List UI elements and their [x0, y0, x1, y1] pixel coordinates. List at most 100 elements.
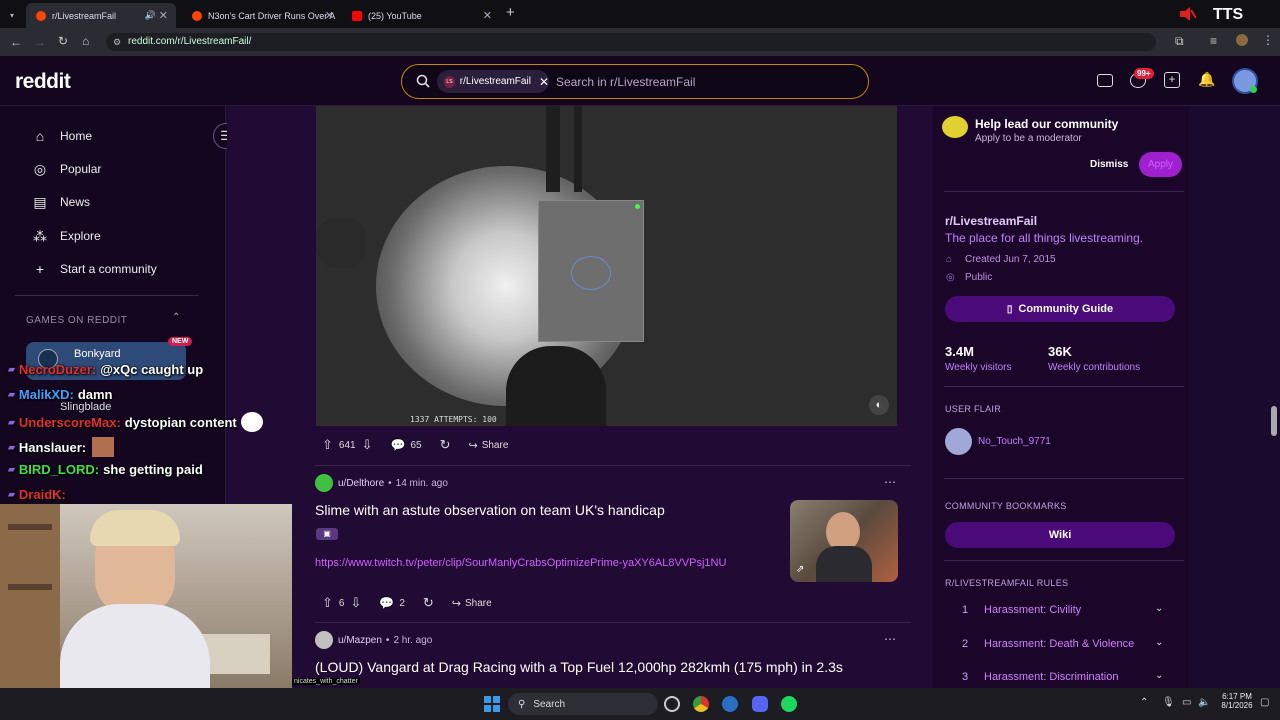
post-title[interactable]: (LOUD) Vangard at Drag Racing with a Top… [315, 659, 843, 675]
box [200, 634, 270, 674]
twitch-icon: ▰ [8, 364, 15, 374]
vote-control: ⇧ 641 ⇩ [322, 437, 373, 453]
post-thumbnail[interactable]: ⇗ [790, 500, 898, 582]
steam-taskbar-icon[interactable] [722, 696, 738, 712]
tab-youtube[interactable]: (25) YouTube ✕ [342, 3, 500, 28]
taskbar-search[interactable]: ⚲ Search [508, 693, 658, 715]
volume-icon[interactable]: ◐ [869, 395, 889, 415]
share-button[interactable]: ↪ Share [452, 597, 492, 610]
wiki-button[interactable]: Wiki [945, 522, 1175, 548]
streamer-silhouette [506, 346, 606, 426]
clock-time: 6:17 PM [1222, 692, 1252, 701]
close-tab-icon[interactable]: ✕ [159, 9, 168, 22]
post-divider [315, 622, 911, 623]
rule-label: Harassment: Civility [984, 604, 1082, 616]
menu-kebab-icon[interactable]: ⋮ [1262, 33, 1274, 47]
rule-item[interactable]: 2 Harassment: Death & Violence [962, 638, 1134, 650]
search-scope-chip[interactable]: LS r/LivestreamFail ✕ [437, 70, 549, 93]
advertise-icon[interactable] [1097, 74, 1113, 87]
twitch-icon: ▰ [8, 389, 15, 399]
visibility: Public [965, 272, 993, 283]
speaker-icon[interactable]: 🔈 [1198, 697, 1210, 708]
upvote-icon[interactable]: ⇧ [322, 595, 333, 611]
post-menu-icon[interactable]: ⋯ [884, 632, 896, 646]
post-link[interactable]: https://www.twitch.tv/peter/clip/SourMan… [315, 557, 726, 569]
taskbar-clock[interactable]: 6:17 PM 8/1/2026 [1220, 692, 1254, 710]
chevron-down-icon[interactable]: ⌄ [1155, 670, 1163, 681]
create-post-icon[interactable]: + [1164, 72, 1180, 88]
apply-button[interactable]: Apply [1139, 152, 1182, 177]
page-scrollbar[interactable] [1271, 406, 1277, 436]
post-author[interactable]: u/Delthore [338, 478, 384, 489]
community-guide-button[interactable]: ▯ Community Guide [945, 296, 1175, 322]
user-flair-title: USER FLAIR [945, 404, 1002, 414]
sidebar-item-start-community[interactable]: + Start a community [32, 261, 157, 277]
home-browser-icon[interactable]: ⌂ [82, 34, 89, 48]
sidebar-item-home[interactable]: ⌂ Home [32, 128, 92, 144]
comments-button[interactable]: 💬 65 [391, 438, 422, 452]
comments-button[interactable]: 💬 2 [379, 596, 405, 610]
flair-username[interactable]: No_Touch_9771 [978, 436, 1051, 447]
stat-label: Weekly contributions [1048, 362, 1141, 373]
face-emote-icon [92, 437, 115, 457]
sidebar-item-popular[interactable]: ◎ Popular [32, 161, 101, 177]
tray-chevron-icon[interactable]: ⌃ [1140, 697, 1148, 708]
mic-icon[interactable]: 🎙 [1162, 697, 1175, 708]
spotify-taskbar-icon[interactable] [781, 696, 797, 712]
new-tab-icon[interactable]: + [506, 4, 515, 21]
forward-icon[interactable]: → [34, 35, 46, 49]
chat-message: ▰ MalikXD: damn [8, 387, 113, 402]
vote-count: 641 [338, 439, 356, 451]
audio-icon[interactable]: 🔊 [145, 10, 156, 21]
discord-taskbar-icon[interactable] [752, 696, 768, 712]
video-player[interactable]: 1337 ATTEMPTS: 100 ◐ [316, 106, 897, 426]
post-menu-icon[interactable]: ⋯ [884, 475, 896, 489]
chevron-down-icon[interactable]: ⌄ [1155, 637, 1163, 648]
network-icon[interactable]: ▭ [1182, 697, 1191, 708]
thumbnail-body [816, 546, 872, 582]
close-tab-icon[interactable]: ✕ [483, 9, 492, 22]
chip-close-icon[interactable]: ✕ [539, 75, 549, 89]
author-avatar[interactable] [315, 631, 333, 649]
downvote-icon[interactable]: ⇩ [362, 437, 373, 453]
reading-list-icon[interactable]: ≡ [1210, 34, 1217, 48]
rule-item[interactable]: 1 Harassment: Civility [962, 604, 1081, 616]
post-author[interactable]: u/Mazpen [338, 635, 382, 646]
dismiss-button[interactable]: Dismiss [1090, 159, 1128, 170]
tab-livestreamfail[interactable]: r/LivestreamFail 🔊 ✕ [26, 3, 176, 28]
profile-icon[interactable] [1236, 34, 1248, 46]
chrome-taskbar-icon[interactable] [693, 696, 709, 712]
close-tab-icon[interactable]: ✕ [325, 9, 334, 22]
post-title[interactable]: Slime with an astute observation on team… [315, 502, 665, 518]
sidebar-item-news[interactable]: ▤ News [32, 194, 90, 210]
chevron-down-icon[interactable]: ⌄ [1155, 603, 1163, 614]
back-icon[interactable]: ← [10, 35, 22, 49]
reload-icon[interactable]: ↻ [58, 34, 68, 48]
comment-count: 65 [410, 439, 422, 451]
windows-start-icon[interactable] [484, 696, 500, 712]
url-field[interactable]: reddit.com/r/LivestreamFail/ [106, 33, 1156, 51]
upvote-icon[interactable]: ⇧ [322, 437, 333, 453]
notification-center-icon[interactable]: ▢ [1260, 697, 1269, 708]
share-button[interactable]: ↪ Share [468, 439, 508, 452]
crosspost-button[interactable]: ↻ [423, 595, 434, 611]
chevron-up-icon[interactable]: ⌃ [172, 312, 180, 323]
tab-n3on[interactable]: N3on's Cart Driver Runs Over A ✕ [182, 3, 342, 28]
notifications-bell-icon[interactable]: 🔔 [1198, 71, 1215, 88]
sidebar-item-explore[interactable]: ⁂ Explore [32, 228, 101, 244]
rule-number: 1 [962, 604, 969, 616]
downvote-icon[interactable]: ⇩ [350, 595, 361, 611]
reddit-logo[interactable]: reddit [15, 70, 71, 94]
shelf-board [8, 584, 52, 590]
stream-caption: nicates_with_chatter [292, 678, 360, 685]
tab-search-icon[interactable]: ▾ [0, 3, 14, 28]
rule-item[interactable]: 3 Harassment: Discrimination [962, 671, 1118, 683]
taskbar-app-icon[interactable] [664, 696, 680, 712]
extensions-icon[interactable]: ⧉ [1175, 34, 1184, 49]
twitch-flair-icon: ▣ [316, 528, 338, 540]
crosspost-button[interactable]: ↻ [440, 437, 451, 453]
search-input[interactable]: Search in r/LivestreamFail [556, 75, 695, 89]
author-avatar[interactable] [315, 474, 333, 492]
bookmarks-title: COMMUNITY BOOKMARKS [945, 501, 1067, 511]
site-info-icon[interactable]: ⚙ [113, 37, 121, 48]
